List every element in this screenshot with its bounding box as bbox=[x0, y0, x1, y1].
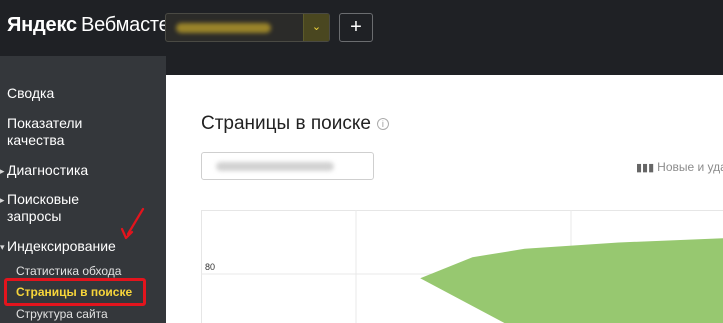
top-bar: Яндекс Вебмастер ⌄ + bbox=[0, 0, 723, 56]
sidebar-item-label: Индексирование bbox=[7, 238, 116, 254]
annotation-arrow-icon bbox=[120, 207, 145, 240]
chevron-down-icon[interactable]: ⌄ bbox=[303, 14, 329, 41]
url-filter-input[interactable] bbox=[201, 152, 374, 180]
sidebar-subitem-site-structure[interactable]: Структура сайта bbox=[16, 307, 108, 321]
new-and-removed-filter[interactable]: ▮▮▮ Новые и уда bbox=[636, 160, 723, 174]
site-selector[interactable]: ⌄ bbox=[165, 13, 330, 42]
page-title-text: Страницы в поиске bbox=[201, 113, 371, 134]
sidebar-item-diagnostics[interactable]: ▸ Диагностика bbox=[0, 162, 89, 179]
highlight-annotation bbox=[4, 278, 146, 306]
sidebar-item-search-queries[interactable]: ▸ Поисковые запросы bbox=[0, 191, 117, 225]
sidebar-item-quality[interactable]: Показатели качества bbox=[7, 115, 127, 149]
sidebar-item-summary[interactable]: Сводка bbox=[7, 85, 54, 102]
filter-label: Новые и уда bbox=[657, 160, 723, 174]
sidebar-item-label: Поисковые запросы bbox=[7, 191, 80, 224]
logo-brand: Яндекс bbox=[7, 14, 77, 36]
pages-chart: 80 bbox=[201, 210, 723, 323]
sidebar: Сводка Показатели качества ▸ Диагностика… bbox=[0, 56, 166, 323]
add-site-button[interactable]: + bbox=[339, 13, 373, 42]
main-content: Страницы в поиске i ▮▮▮ Новые и уда 80 bbox=[166, 75, 723, 323]
triangle-right-icon: ▸ bbox=[0, 166, 5, 176]
info-icon[interactable]: i bbox=[376, 118, 389, 130]
triangle-right-icon: ▸ bbox=[0, 195, 5, 205]
sidebar-item-label: Диагностика bbox=[7, 162, 89, 178]
series-area bbox=[420, 238, 723, 323]
chart-svg bbox=[201, 210, 723, 323]
sidebar-subitem-crawl-stats[interactable]: Статистика обхода bbox=[16, 264, 121, 278]
bar-chart-icon: ▮▮▮ bbox=[636, 162, 655, 174]
sidebar-item-indexing[interactable]: ▾ Индексирование bbox=[0, 238, 116, 255]
page-title: Страницы в поиске i bbox=[201, 113, 389, 135]
y-tick-label: 80 bbox=[205, 262, 216, 272]
site-name-redacted bbox=[176, 23, 271, 33]
url-redacted bbox=[216, 162, 334, 171]
triangle-down-icon: ▾ bbox=[0, 242, 5, 252]
logo[interactable]: Яндекс Вебмастер bbox=[7, 14, 181, 37]
